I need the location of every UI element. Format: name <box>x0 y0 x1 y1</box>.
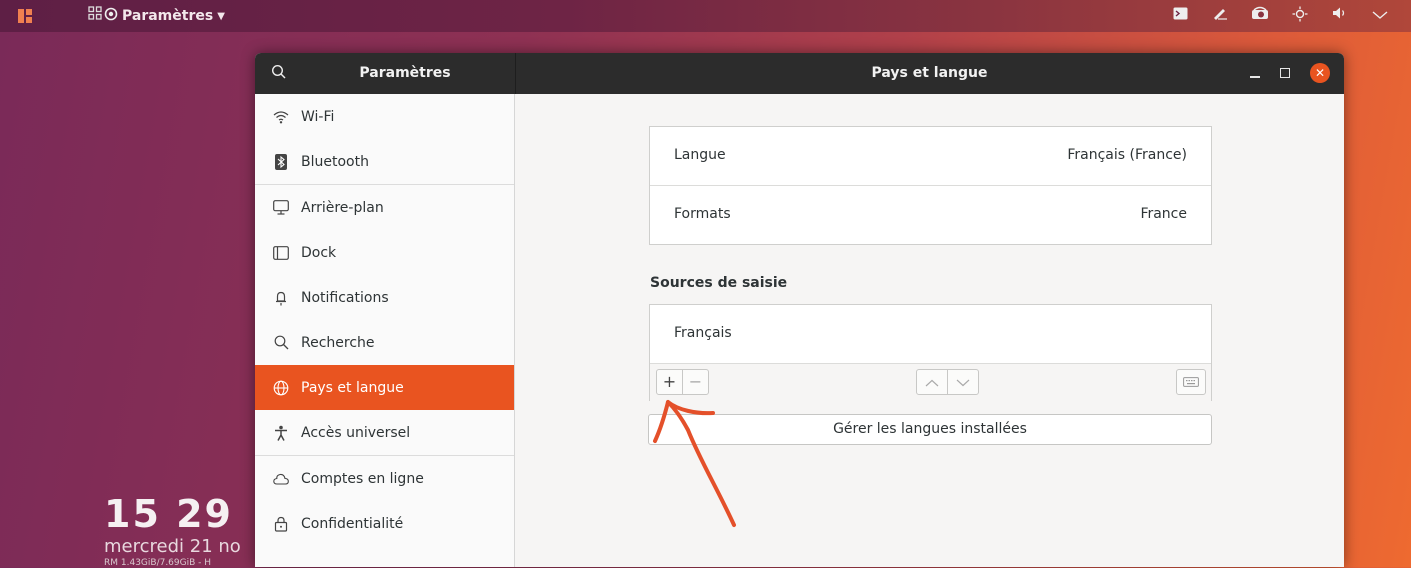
remove-input-source-button[interactable]: − <box>682 369 709 395</box>
sidebar: Wi-Fi Bluetooth Arrière-plan Dock Notifi… <box>255 94 515 567</box>
formats-value: France <box>1140 206 1187 222</box>
language-value: Français (France) <box>1067 147 1187 163</box>
background-icon <box>273 200 289 216</box>
bell-icon <box>273 290 289 306</box>
language-row[interactable]: Langue Français (France) <box>650 127 1211 186</box>
chevron-up-icon <box>925 372 939 391</box>
desktop-clock: 15 29 <box>104 492 233 536</box>
sidebar-item-label: Pays et langue <box>301 379 404 396</box>
input-source-row[interactable]: Français <box>650 305 1211 363</box>
sidebar-header: Paramètres <box>255 53 516 94</box>
terminal-icon[interactable] <box>1171 6 1189 26</box>
add-input-source-button[interactable]: + <box>656 369 683 395</box>
sidebar-item-dock[interactable]: Dock <box>255 230 514 275</box>
caret-down-icon: ▼ <box>217 10 225 22</box>
sidebar-item-region-language[interactable]: Pays et langue <box>255 365 514 410</box>
gear-icon <box>104 7 118 25</box>
app-menu-label: Paramètres <box>122 8 214 24</box>
window-controls: ✕ <box>1250 63 1330 83</box>
settings-window: Paramètres Pays et langue ✕ Wi-Fi Blueto… <box>255 53 1344 567</box>
main-content: Langue Français (France) Formats France … <box>515 94 1344 567</box>
sidebar-item-label: Bluetooth <box>301 153 369 170</box>
sidebar-item-label: Comptes en ligne <box>301 470 424 487</box>
sidebar-item-search[interactable]: Recherche <box>255 320 514 365</box>
app-menu[interactable]: Paramètres ▼ <box>104 7 225 25</box>
brightness-icon[interactable] <box>1291 6 1309 26</box>
minimize-button[interactable] <box>1250 76 1260 78</box>
language-formats-card: Langue Français (France) Formats France <box>649 126 1212 245</box>
bluetooth-icon <box>273 153 289 170</box>
apps-grid-icon[interactable] <box>88 6 102 24</box>
pen-icon[interactable] <box>1211 6 1229 26</box>
page-title: Pays et langue <box>871 65 988 81</box>
desktop-date: mercredi 21 no <box>104 536 241 557</box>
input-sources-card: Français + − <box>649 304 1212 401</box>
input-sources-toolbar: + − <box>650 363 1211 401</box>
sidebar-item-bluetooth[interactable]: Bluetooth <box>255 139 514 185</box>
manage-installed-languages-button[interactable]: Gérer les langues installées <box>648 414 1212 445</box>
sidebar-item-label: Recherche <box>301 334 375 351</box>
formats-row[interactable]: Formats France <box>650 186 1211 244</box>
chevron-down-icon[interactable] <box>1371 6 1389 26</box>
chevron-down-icon <box>956 372 970 391</box>
sidebar-item-label: Confidentialité <box>301 515 404 532</box>
header-bar: Paramètres Pays et langue ✕ <box>255 53 1344 94</box>
dock-icon <box>273 245 289 261</box>
sidebar-item-label: Dock <box>301 244 337 261</box>
globe-icon <box>273 380 289 396</box>
sidebar-item-label: Wi-Fi <box>301 108 335 125</box>
sidebar-item-privacy[interactable]: Confidentialité <box>255 501 514 546</box>
wifi-icon <box>273 109 289 125</box>
move-down-button[interactable] <box>947 369 979 395</box>
accessibility-icon <box>273 425 289 441</box>
sidebar-item-label: Arrière-plan <box>301 199 384 216</box>
sidebar-item-accessibility[interactable]: Accès universel <box>255 410 514 456</box>
sidebar-item-background[interactable]: Arrière-plan <box>255 185 514 230</box>
lock-icon <box>273 516 289 532</box>
search-icon <box>273 335 289 351</box>
input-sources-title: Sources de saisie <box>650 275 788 291</box>
system-tray <box>1171 6 1389 26</box>
sidebar-item-notifications[interactable]: Notifications <box>255 275 514 320</box>
sidebar-item-label: Accès universel <box>301 424 411 441</box>
keyboard-layout-button[interactable] <box>1176 369 1206 395</box>
sidebar-item-online-accounts[interactable]: Comptes en ligne <box>255 456 514 501</box>
sidebar-item-wifi[interactable]: Wi-Fi <box>255 94 514 139</box>
sidebar-title: Paramètres <box>359 65 451 81</box>
formats-label: Formats <box>674 206 731 222</box>
move-up-button[interactable] <box>916 369 948 395</box>
keyboard-icon <box>1183 372 1199 391</box>
close-button[interactable]: ✕ <box>1310 63 1330 83</box>
cloud-icon <box>273 471 289 487</box>
volume-icon[interactable] <box>1331 6 1349 26</box>
sidebar-item-label: Notifications <box>301 289 389 306</box>
top-panel: Paramètres ▼ <box>0 0 1411 32</box>
camera-icon[interactable] <box>1251 6 1269 26</box>
ubuntu-activities-icon[interactable] <box>18 9 32 23</box>
language-label: Langue <box>674 147 726 163</box>
maximize-button[interactable] <box>1280 68 1290 78</box>
input-source-label: Français <box>674 325 732 341</box>
